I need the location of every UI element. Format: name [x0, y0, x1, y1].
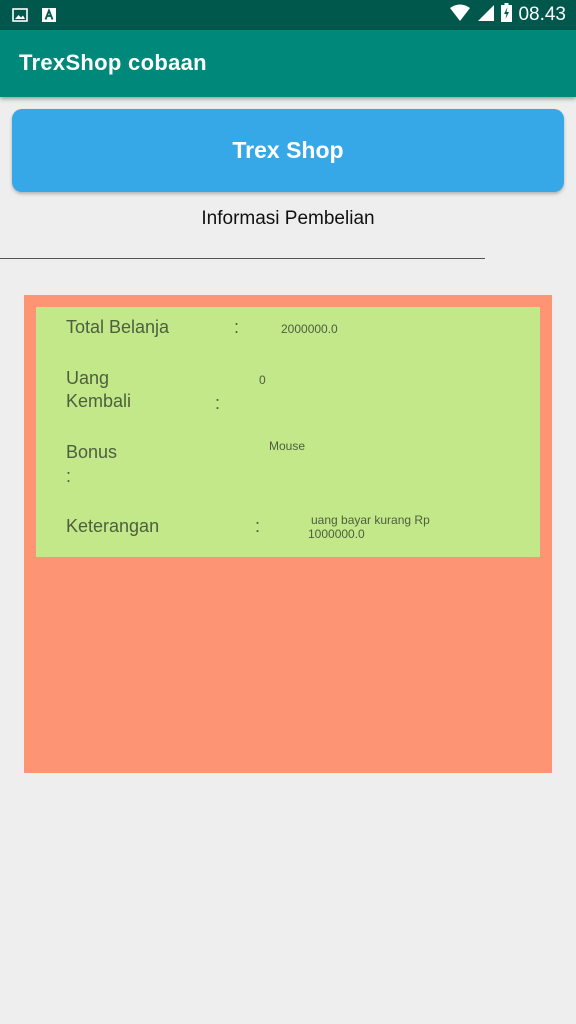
status-bar: 08.43 — [0, 0, 576, 30]
bonus-value: Mouse — [269, 439, 306, 453]
image-icon — [12, 7, 28, 26]
clock: 08.43 — [518, 3, 566, 25]
change-colon: : — [215, 393, 221, 413]
font-a-icon — [42, 7, 56, 26]
trex-shop-button[interactable]: Trex Shop — [12, 109, 564, 192]
divider — [0, 258, 485, 259]
change-value: 0 — [259, 373, 266, 387]
details-panel: Total Belanja : 2000000.0 Uang Kembali :… — [36, 307, 540, 557]
battery-charging-icon — [501, 3, 513, 26]
total-value: 2000000.0 — [281, 322, 338, 336]
note-value-line2: 1000000.0 — [308, 527, 365, 541]
total-colon: : — [234, 317, 240, 337]
change-label-line1: Uang — [66, 368, 110, 388]
total-label: Total Belanja — [66, 317, 170, 337]
app-bar: TrexShop cobaan — [0, 30, 576, 97]
wifi-icon — [449, 4, 471, 26]
note-value-line1: uang bayar kurang Rp — [311, 513, 430, 527]
bonus-label: Bonus — [66, 442, 118, 462]
note-colon: : — [255, 516, 261, 536]
note-label: Keterangan — [66, 516, 160, 536]
info-heading: Informasi Pembelian — [201, 208, 375, 229]
change-label-line2: Kembali — [66, 391, 132, 411]
signal-icon — [477, 4, 495, 26]
bonus-colon: : — [66, 466, 72, 486]
app-title: TrexShop cobaan — [19, 50, 207, 75]
